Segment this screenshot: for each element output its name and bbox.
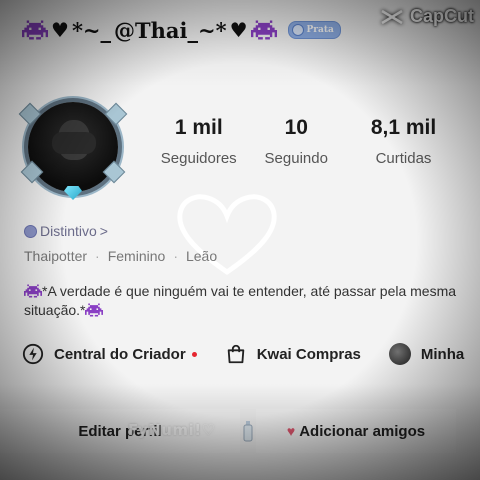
badge-label: Prata <box>306 25 334 35</box>
shortcut-my[interactable]: Minha <box>388 343 465 365</box>
stat-value: 10 <box>284 116 308 139</box>
shopping-bag-icon <box>227 344 244 364</box>
stat-label: Seguindo <box>264 150 328 167</box>
stat-likes[interactable]: 8,1 mil Curtidas <box>345 116 462 167</box>
username: @Thai_~* <box>114 17 227 43</box>
distintivo-label: Distintivo <box>40 223 97 239</box>
capcut-logo-icon <box>381 9 403 24</box>
action-buttons: Editar perfil FyNumi!♡ ♥ Adicionar amigo… <box>0 408 480 454</box>
space-invader-icon <box>24 284 42 298</box>
capcut-label: CapCut <box>410 6 474 26</box>
shortcut-creator-center[interactable]: Central do Criador <box>22 343 197 365</box>
distintivo-icon <box>24 224 37 238</box>
sticker-text-overlay: FyNumi!♡ <box>128 421 216 439</box>
stat-label: Curtidas <box>375 150 432 167</box>
shortcut-label: Kwai Compras <box>256 345 361 363</box>
chevron-right-icon: > <box>99 223 108 239</box>
profile-tags: Thaipotter · Feminino · Leão <box>24 248 217 264</box>
tag-separator: · <box>173 248 178 264</box>
shortcut-label: Minha <box>420 345 465 363</box>
space-invader-icon <box>22 20 48 40</box>
pink-heart-icon: ♥ <box>286 423 296 439</box>
shortcut-row: Central do Criador Kwai Compras Minha <box>22 343 480 365</box>
white-heart-icon <box>177 194 277 276</box>
black-heart-icon: ♥ <box>229 18 248 42</box>
badge-icon <box>291 24 304 36</box>
lightning-circle-icon <box>22 343 44 365</box>
stat-followers[interactable]: 1 mil Seguidores <box>150 116 248 167</box>
stat-following[interactable]: 10 Seguindo <box>248 116 346 167</box>
diamond-icon <box>64 186 82 200</box>
bottle-icon <box>240 420 256 442</box>
distintivo-link[interactable]: Distintivo > <box>24 223 108 239</box>
profile-stats: 1 mil Seguidores 10 Seguindo 8,1 mil Cur… <box>150 116 462 167</box>
space-invader-icon <box>85 303 104 317</box>
avatar[interactable] <box>18 92 128 202</box>
notification-dot <box>191 351 197 357</box>
add-friends-button[interactable]: ♥ Adicionar amigos <box>256 409 456 453</box>
stat-value: 8,1 mil <box>370 116 437 139</box>
edit-profile-button[interactable]: Editar perfil FyNumi!♡ <box>0 409 240 453</box>
tag-nickname: Thaipotter <box>24 248 88 264</box>
profile-photo <box>28 102 118 192</box>
shortcut-kwai-shop[interactable]: Kwai Compras <box>225 343 361 365</box>
stat-label: Seguidores <box>160 150 237 167</box>
capcut-watermark: CapCut <box>380 6 474 27</box>
black-heart-icon: ♥ <box>51 18 69 42</box>
profile-bio: *A verdade é que ninguém vai te entender… <box>24 282 464 320</box>
shortcut-label: Central do Criador <box>54 345 186 363</box>
add-friends-label: Adicionar amigos <box>299 422 426 440</box>
space-invader-icon <box>250 20 277 40</box>
tag-sign: Leão <box>185 248 218 264</box>
tag-separator: · <box>95 248 100 264</box>
username-row: ♥ *~_ @Thai_~* ♥ Prata <box>22 18 341 43</box>
photo-hand <box>52 132 96 154</box>
tag-gender: Feminino <box>107 248 166 264</box>
level-badge[interactable]: Prata <box>287 21 341 39</box>
username-prefix: *~_ <box>71 17 112 43</box>
stat-value: 1 mil <box>174 116 223 139</box>
avatar-icon <box>388 343 411 365</box>
